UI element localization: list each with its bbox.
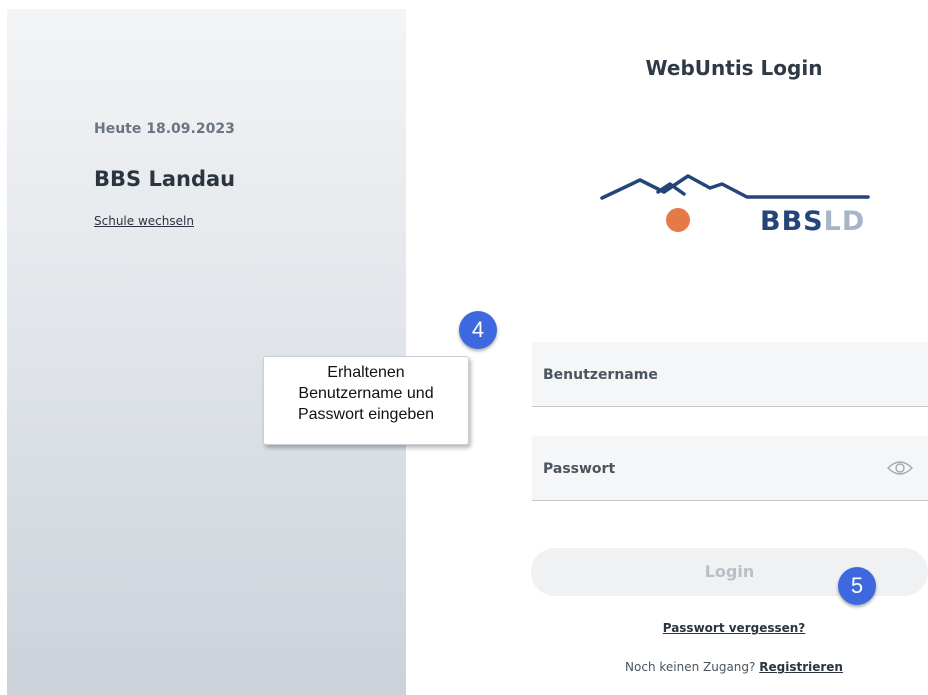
register-link[interactable]: Registrieren bbox=[759, 660, 843, 674]
password-label: Passwort bbox=[543, 461, 616, 477]
eye-icon[interactable] bbox=[886, 458, 914, 478]
instruction-callout: Erhaltenen Benutzername und Passwort ein… bbox=[263, 356, 469, 445]
logo-roof-icon bbox=[600, 174, 870, 200]
callout-line: Benutzername und bbox=[298, 385, 434, 402]
switch-school-link[interactable]: Schule wechseln bbox=[94, 214, 194, 228]
step-badge-4: 4 bbox=[459, 311, 497, 349]
logo-text-bbs: BBS bbox=[760, 206, 824, 237]
page-title: WebUntis Login bbox=[645, 56, 823, 80]
school-name: BBS Landau bbox=[94, 167, 236, 191]
step-badge-5: 5 bbox=[838, 567, 876, 605]
logo-sun-icon bbox=[666, 208, 690, 232]
callout-line: Passwort eingeben bbox=[297, 406, 435, 423]
current-date: Heute 18.09.2023 bbox=[94, 121, 235, 137]
password-field[interactable]: Passwort bbox=[532, 436, 928, 501]
register-prompt: Noch keinen Zugang? Registrieren bbox=[560, 660, 908, 674]
school-info-panel: Heute 18.09.2023 BBS Landau Schule wechs… bbox=[7, 9, 406, 695]
username-label: Benutzername bbox=[543, 367, 658, 383]
username-field[interactable]: Benutzername bbox=[532, 342, 928, 407]
callout-line: Erhaltenen bbox=[327, 364, 405, 381]
no-access-text: Noch keinen Zugang? bbox=[625, 660, 756, 674]
forgot-password-link[interactable]: Passwort vergessen? bbox=[600, 621, 868, 635]
logo-text-ld: LD bbox=[823, 206, 866, 237]
logo-wordmark: BBSLD bbox=[760, 206, 865, 237]
